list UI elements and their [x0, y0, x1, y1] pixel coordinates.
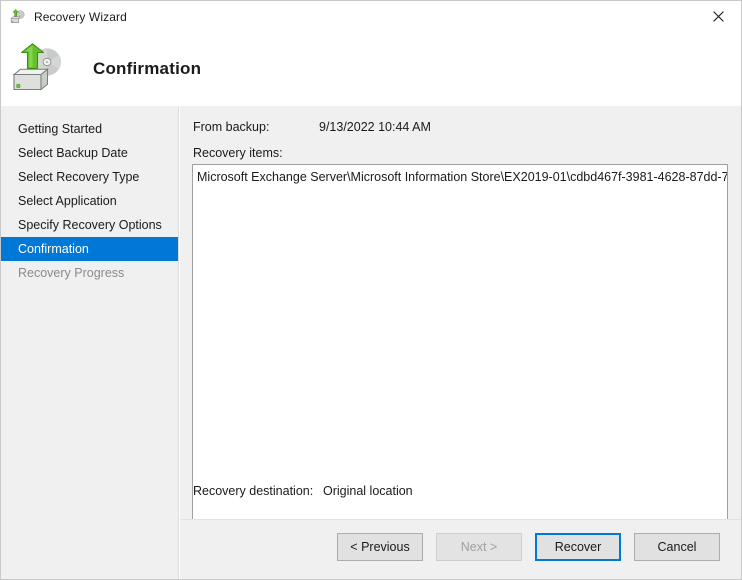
recovery-wizard-window: Recovery Wizard Confirmation Getting Sta…	[0, 0, 742, 580]
body-area: Getting Started Select Backup Date Selec…	[1, 106, 741, 579]
recovery-drive-large-icon	[11, 43, 67, 95]
cancel-button[interactable]: Cancel	[634, 533, 720, 561]
sidebar-item-select-application[interactable]: Select Application	[1, 189, 178, 213]
recovery-drive-icon	[10, 8, 26, 25]
titlebar: Recovery Wizard	[1, 1, 741, 32]
recovery-items-listbox[interactable]: Microsoft Exchange Server\Microsoft Info…	[192, 164, 728, 569]
button-row: < Previous Next > Recover Cancel	[337, 533, 720, 561]
recovery-destination-row: Recovery destination: Original location	[193, 484, 413, 498]
list-item[interactable]: Microsoft Exchange Server\Microsoft Info…	[193, 168, 727, 186]
recover-button[interactable]: Recover	[535, 533, 621, 561]
sidebar-item-select-backup-date[interactable]: Select Backup Date	[1, 141, 178, 165]
sidebar-item-getting-started[interactable]: Getting Started	[1, 117, 178, 141]
recovery-items-label: Recovery items:	[193, 146, 283, 160]
close-button[interactable]	[695, 1, 741, 31]
sidebar-item-select-recovery-type[interactable]: Select Recovery Type	[1, 165, 178, 189]
from-backup-value: 9/13/2022 10:44 AM	[319, 120, 431, 134]
sidebar-item-confirmation[interactable]: Confirmation	[1, 237, 178, 261]
previous-button[interactable]: < Previous	[337, 533, 423, 561]
page-title: Confirmation	[93, 59, 202, 78]
from-backup-row: From backup: 9/13/2022 10:44 AM	[193, 120, 431, 134]
sidebar-item-recovery-progress: Recovery Progress	[18, 266, 125, 280]
footer-bar: < Previous Next > Recover Cancel	[180, 519, 741, 579]
close-icon	[712, 10, 724, 22]
content-pane: From backup: 9/13/2022 10:44 AM Recovery …	[180, 106, 741, 579]
page-header: Confirmation	[1, 32, 741, 106]
from-backup-label: From backup:	[193, 120, 270, 134]
window-title: Recovery Wizard	[34, 9, 127, 24]
wizard-steps-sidebar: Getting Started Select Backup Date Selec…	[1, 106, 179, 579]
recovery-destination-value: Original location	[323, 484, 413, 498]
next-button: Next >	[436, 533, 522, 561]
sidebar-item-specify-recovery-options[interactable]: Specify Recovery Options	[1, 213, 178, 237]
recovery-destination-label: Recovery destination:	[193, 484, 314, 498]
